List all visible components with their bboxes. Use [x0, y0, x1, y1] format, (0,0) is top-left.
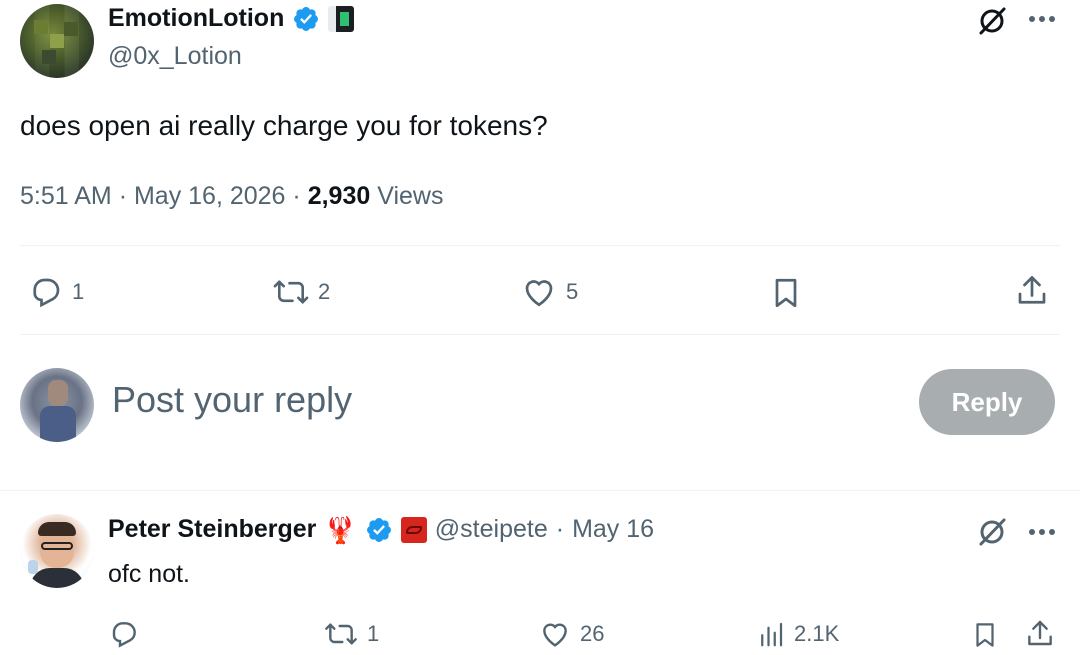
reply-author-avatar[interactable]: [20, 514, 94, 588]
divider: [20, 334, 1060, 335]
reply-button[interactable]: Reply: [919, 369, 1055, 435]
reply-icon: [112, 622, 136, 648]
meta-separator: ·: [292, 182, 301, 210]
divider: [20, 245, 1060, 246]
reply-icon: [33, 278, 60, 308]
avatar-pixel: [50, 34, 64, 48]
reply-date[interactable]: May 16: [572, 515, 654, 544]
more-icon[interactable]: [1028, 14, 1056, 24]
verified-badge-icon: [366, 517, 391, 542]
reply-repost-action[interactable]: 1: [323, 618, 379, 650]
meta-separator: ·: [118, 182, 128, 210]
avatar-body: [40, 406, 76, 442]
reply-views-action[interactable]: 2.1K: [756, 618, 839, 650]
share-icon[interactable]: [1024, 617, 1056, 651]
repost-icon: [273, 280, 309, 304]
like-action[interactable]: 5: [520, 274, 578, 310]
avatar-pixel: [64, 22, 78, 36]
lobster-emoji: 🦞: [324, 514, 357, 545]
like-icon: [543, 623, 567, 647]
bookmark-icon[interactable]: [970, 618, 1000, 652]
affiliate-badge-icon[interactable]: [328, 5, 355, 32]
author-avatar[interactable]: [20, 4, 94, 78]
avatar-hair: [38, 522, 76, 536]
tweet-time[interactable]: 5:51 AM: [20, 182, 112, 210]
reply-views-count: 2.1K: [794, 621, 840, 646]
repost-count: 2: [318, 279, 331, 304]
grok-icon[interactable]: [976, 5, 1008, 37]
reply-repost-count: 1: [367, 621, 380, 646]
reply-author-row: Peter Steinberger 🦞 @steipete · May 16: [108, 515, 654, 544]
reply-author-handle[interactable]: @steipete: [435, 515, 548, 544]
avatar-shirt: [30, 568, 84, 588]
analytics-icon: [761, 622, 783, 647]
reply-action[interactable]: 1: [28, 274, 84, 310]
reply-count: 1: [72, 279, 85, 304]
author-name-row: EmotionLotion: [108, 4, 355, 33]
avatar-mic: [28, 560, 38, 574]
meta-separator: ·: [555, 515, 565, 543]
verified-badge-icon: [294, 6, 319, 31]
repost-icon: [325, 623, 357, 645]
views-label: Views: [377, 182, 444, 210]
like-count: 5: [566, 279, 579, 304]
avatar-head: [48, 380, 68, 406]
bookmark-icon[interactable]: [768, 274, 804, 312]
tweet-meta: 5:51 AM · May 16, 2026 · 2,930 Views: [20, 182, 443, 211]
reply-like-count: 26: [580, 621, 605, 646]
tweet-text: does open ai really charge you for token…: [20, 110, 548, 141]
current-user-avatar[interactable]: [20, 368, 94, 442]
reply-input[interactable]: Post your reply: [112, 379, 352, 421]
more-icon[interactable]: [1028, 527, 1056, 537]
tweet-date[interactable]: May 16, 2026: [134, 182, 286, 210]
like-icon: [525, 280, 553, 307]
reply-author-display-name[interactable]: Peter Steinberger: [108, 515, 316, 544]
avatar-pixel: [42, 50, 56, 64]
divider: [0, 490, 1080, 491]
views-count: 2,930: [307, 182, 371, 210]
reply-reply-action[interactable]: [108, 618, 148, 650]
share-icon[interactable]: [1014, 272, 1050, 310]
repost-action[interactable]: 2: [272, 274, 330, 310]
grok-icon[interactable]: [976, 516, 1008, 548]
reply-like-action[interactable]: 26: [538, 618, 604, 650]
author-display-name[interactable]: EmotionLotion: [108, 4, 284, 33]
reply-text: ofc not.: [108, 560, 190, 588]
avatar-glasses: [41, 542, 73, 550]
affiliate-badge-icon[interactable]: [400, 516, 427, 543]
author-handle[interactable]: @0x_Lotion: [108, 42, 242, 71]
avatar-pixel: [34, 20, 48, 34]
